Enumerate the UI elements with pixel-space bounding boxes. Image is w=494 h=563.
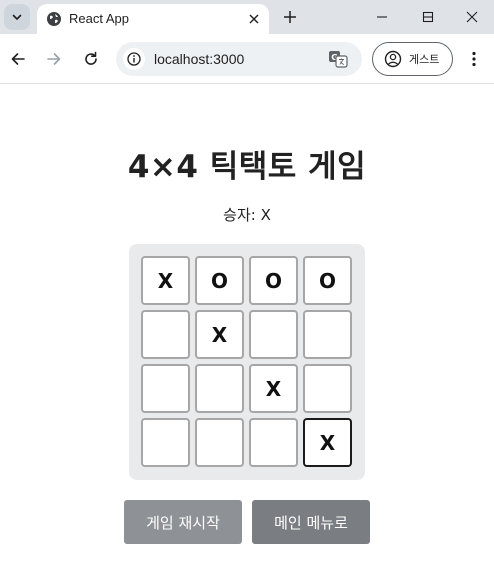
tab-search-button[interactable]	[4, 4, 30, 30]
translate-icon[interactable]: G	[328, 50, 348, 68]
profile-button[interactable]: 게스트	[372, 42, 453, 76]
board-cell[interactable]	[141, 418, 190, 467]
game-board: X O O O X X X	[129, 244, 365, 480]
plus-icon	[284, 11, 296, 23]
close-icon	[249, 14, 259, 24]
more-vertical-icon	[472, 51, 476, 67]
page-content: 4×4 틱택토 게임 승자: X X O O O X X X 게임 재시작 메인…	[0, 85, 494, 563]
address-bar[interactable]: localhost:3000 G	[116, 42, 362, 76]
board-cell[interactable]: O	[195, 256, 244, 305]
forward-button[interactable]	[42, 47, 66, 71]
board-cell-selected[interactable]: X	[303, 418, 352, 467]
board-cell[interactable]	[303, 364, 352, 413]
reload-icon	[85, 51, 97, 65]
info-icon	[127, 52, 141, 66]
minimize-window-button[interactable]	[360, 0, 404, 34]
profile-label: 게스트	[409, 53, 440, 66]
board-cell[interactable]	[141, 364, 190, 413]
back-button[interactable]	[6, 47, 30, 71]
board-cell[interactable]	[249, 310, 298, 359]
site-info-button[interactable]	[123, 48, 145, 70]
tab-close-button[interactable]	[245, 10, 263, 28]
restart-game-button[interactable]: 게임 재시작	[124, 500, 242, 544]
main-menu-button[interactable]: 메인 메뉴로	[252, 500, 370, 544]
chevron-down-icon	[12, 14, 22, 20]
board-cell[interactable]: X	[249, 364, 298, 413]
winner-status: 승자: X	[223, 206, 271, 224]
tab-strip: React App	[0, 0, 494, 34]
board-cell[interactable]: X	[195, 310, 244, 359]
maximize-icon	[422, 11, 434, 23]
board-cell[interactable]	[195, 364, 244, 413]
browser-toolbar: localhost:3000 G 게스트	[0, 34, 494, 84]
browser-tab[interactable]: React App	[37, 4, 269, 34]
browser-menu-button[interactable]	[466, 47, 482, 71]
board-cell[interactable]: O	[303, 256, 352, 305]
arrow-right-icon	[47, 53, 61, 65]
board-cell[interactable]: X	[141, 256, 190, 305]
board-cell[interactable]	[303, 310, 352, 359]
close-window-icon	[466, 11, 478, 23]
globe-icon	[47, 12, 61, 26]
maximize-button[interactable]	[406, 0, 450, 34]
page-title: 4×4 틱택토 게임	[127, 149, 367, 185]
reload-button[interactable]	[79, 47, 103, 71]
arrow-left-icon	[11, 53, 25, 65]
person-icon	[384, 50, 402, 68]
new-tab-button[interactable]	[280, 7, 300, 27]
tab-title: React App	[69, 11, 129, 26]
board-cell[interactable]: O	[249, 256, 298, 305]
minimize-line-icon	[377, 16, 387, 18]
board-cell[interactable]	[195, 418, 244, 467]
url-text: localhost:3000	[154, 51, 245, 67]
board-cell[interactable]	[141, 310, 190, 359]
close-window-button[interactable]	[450, 0, 494, 34]
board-cell[interactable]	[249, 418, 298, 467]
